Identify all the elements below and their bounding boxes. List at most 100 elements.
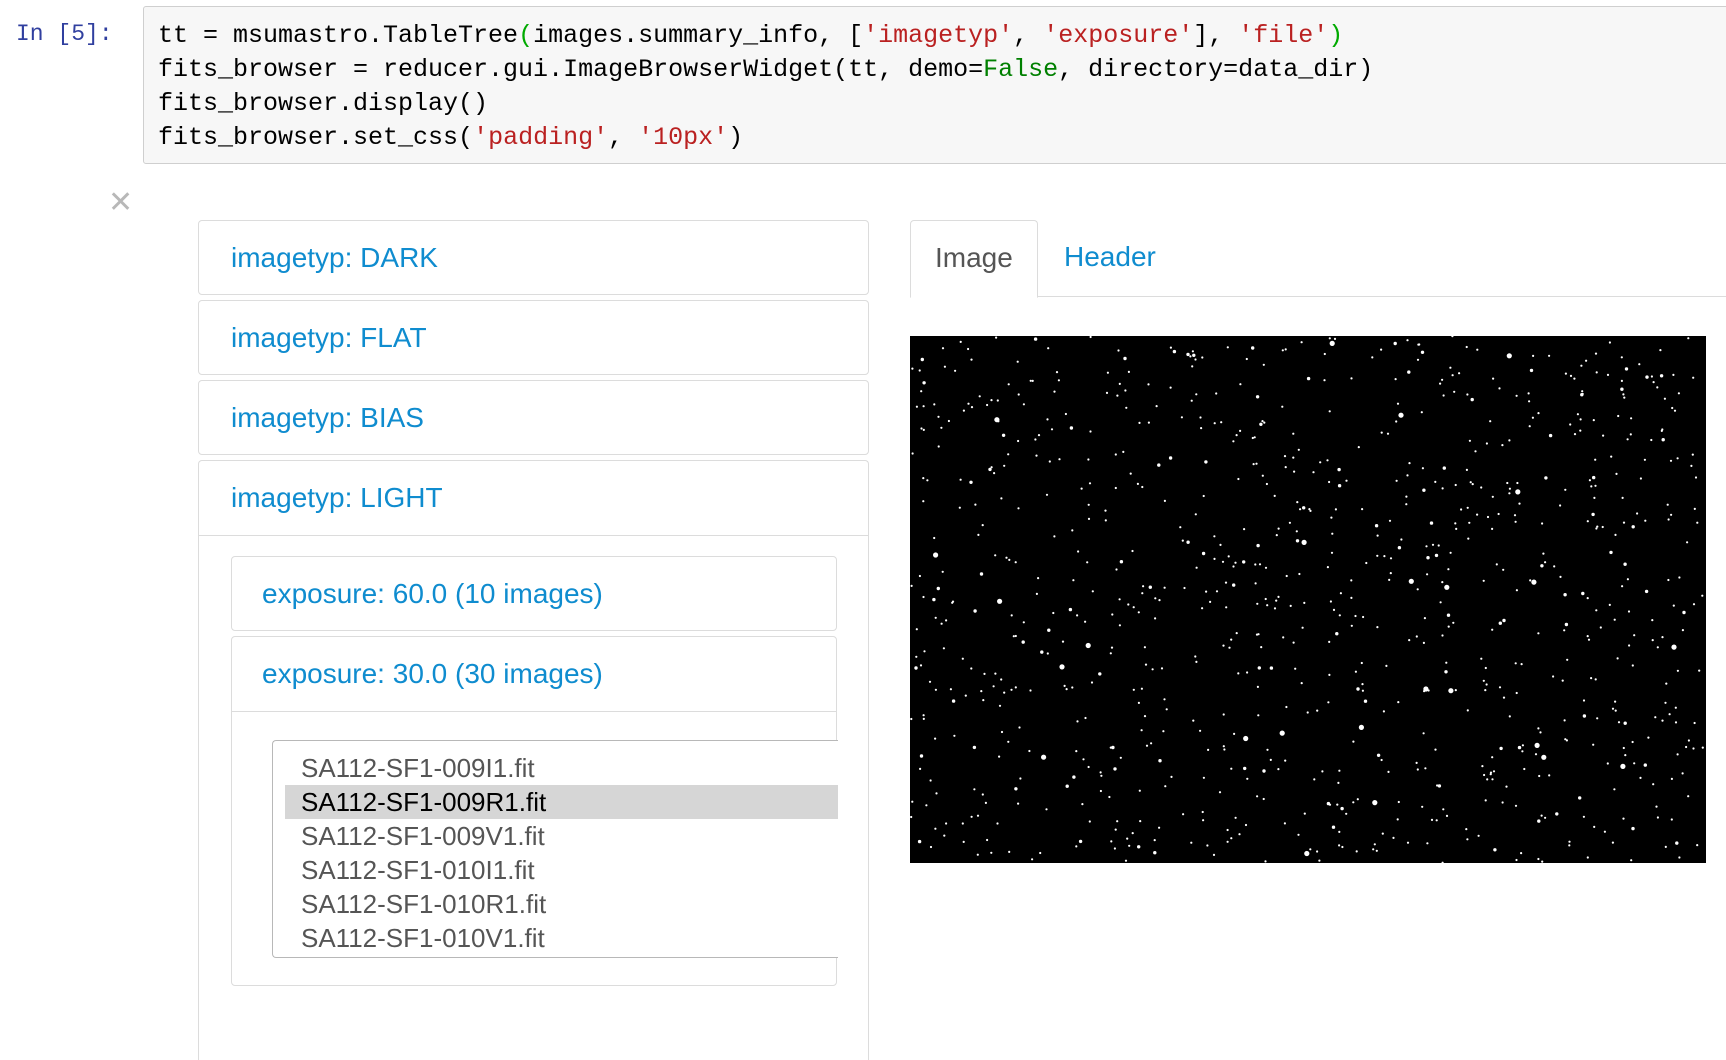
star-dot [1693, 721, 1696, 725]
star-dot [1405, 495, 1408, 498]
file-option[interactable]: SA112-SF1-010R1.fit [285, 887, 838, 921]
star-dot [1484, 799, 1487, 802]
star-dot [1037, 434, 1041, 437]
accordion-item-bias[interactable]: imagetyp: BIAS [198, 380, 869, 455]
star-dot [1423, 690, 1426, 693]
star-dot [1515, 858, 1518, 862]
star-dot [1259, 422, 1263, 426]
code-cell-input[interactable]: tt = msumastro.TableTree(images.summary_… [143, 6, 1726, 164]
star-dot [1528, 425, 1531, 428]
star-dot [1592, 475, 1596, 480]
file-option[interactable]: SA112-SF1-010V1.fit [285, 921, 838, 955]
star-dot [1046, 652, 1049, 655]
star-dot [967, 347, 970, 351]
star-dot [1631, 664, 1634, 667]
star-dot [1678, 576, 1681, 579]
star-dot [1424, 767, 1427, 770]
star-dot [1386, 432, 1390, 435]
star-dot [1299, 508, 1302, 511]
star-dot [1606, 373, 1610, 376]
file-option[interactable]: SA112-SF1-009R1.fit [285, 785, 838, 819]
star-dot [1563, 629, 1566, 632]
star-dot [918, 369, 921, 372]
tab-header[interactable]: Header [1040, 220, 1180, 296]
star-dot [933, 552, 939, 558]
star-dot [951, 699, 956, 703]
star-dot [1495, 563, 1498, 566]
file-option[interactable]: SA112-SF1-009I1.fit [285, 751, 838, 785]
star-dot [1127, 370, 1130, 373]
star-dot [1061, 640, 1065, 643]
star-dot [1292, 641, 1295, 644]
star-dot [1446, 613, 1451, 617]
star-dot [1483, 773, 1486, 777]
star-dot [1321, 770, 1324, 773]
star-dot [958, 506, 961, 509]
star-dot [1147, 421, 1150, 424]
accordion-header-bias[interactable]: imagetyp: BIAS [199, 381, 868, 455]
file-select-list[interactable]: SA112-SF1-009I1.fit SA112-SF1-009R1.fit SA… [272, 740, 838, 958]
star-dot [1137, 845, 1141, 849]
accordion-header-light[interactable]: imagetyp: LIGHT [199, 461, 868, 535]
star-dot [919, 664, 923, 667]
star-dot [920, 357, 924, 362]
star-dot [1017, 393, 1020, 396]
star-dot [1289, 604, 1292, 607]
accordion-item-flat[interactable]: imagetyp: FLAT [198, 300, 869, 375]
file-option[interactable]: SA112-SF1-009V1.fit [285, 819, 838, 853]
star-dot [1293, 470, 1296, 473]
star-dot [1332, 608, 1336, 611]
star-dot [1416, 768, 1419, 771]
star-dot [1501, 801, 1504, 804]
star-dot [1655, 805, 1658, 808]
star-dot [1143, 646, 1146, 649]
star-dot [1361, 683, 1364, 686]
star-dot [1668, 713, 1671, 716]
sub-accordion-header-exposure-60[interactable]: exposure: 60.0 (10 images) [232, 557, 836, 631]
accordion-item-light[interactable]: imagetyp: LIGHT exposure: 60.0 (10 image… [198, 460, 869, 1060]
star-dot [959, 478, 962, 481]
sub-accordion-header-exposure-30[interactable]: exposure: 30.0 (30 images) [232, 637, 836, 711]
star-dot [1266, 748, 1269, 751]
star-dot [1352, 740, 1355, 743]
star-dot [1687, 337, 1690, 340]
file-option[interactable]: SA112-SF1-010I1.fit [285, 853, 838, 887]
star-dot [1372, 800, 1378, 806]
star-dot [943, 365, 946, 368]
sub-accordion-item-exposure-30[interactable]: exposure: 30.0 (30 images) SA112-SF1-009… [231, 636, 838, 986]
star-dot [1622, 817, 1625, 820]
star-dot [1453, 390, 1456, 393]
star-dot [1262, 363, 1265, 366]
tab-image[interactable]: Image [910, 220, 1038, 298]
close-icon[interactable]: ✕ [108, 188, 133, 218]
star-dot [1194, 358, 1197, 361]
star-dot [1284, 466, 1287, 469]
star-dot [935, 792, 938, 795]
star-dot [1116, 820, 1119, 823]
star-dot [917, 839, 922, 844]
star-dot [1281, 349, 1284, 352]
star-dot [1514, 804, 1518, 807]
star-dot [1354, 614, 1357, 618]
star-dot [1582, 815, 1585, 818]
star-dot [1468, 439, 1471, 442]
star-dot [1465, 345, 1468, 349]
star-dot [1089, 336, 1092, 339]
star-dot [1232, 440, 1235, 443]
star-dot [1238, 833, 1241, 836]
star-dot [1192, 353, 1196, 357]
accordion-item-dark[interactable]: imagetyp: DARK [198, 220, 869, 295]
star-dot [1257, 666, 1261, 670]
star-dot [1421, 467, 1424, 470]
star-dot [967, 402, 970, 405]
accordion-header-flat[interactable]: imagetyp: FLAT [199, 301, 868, 375]
star-dot [1687, 739, 1690, 742]
star-dot [1594, 484, 1597, 487]
star-dot [933, 403, 936, 406]
star-dot [1362, 615, 1365, 619]
star-dot [1681, 772, 1684, 775]
star-dot [1223, 748, 1226, 751]
sub-accordion-item-exposure-60[interactable]: exposure: 60.0 (10 images) [231, 556, 837, 631]
star-dot [1155, 405, 1158, 408]
accordion-header-dark[interactable]: imagetyp: DARK [199, 221, 868, 295]
